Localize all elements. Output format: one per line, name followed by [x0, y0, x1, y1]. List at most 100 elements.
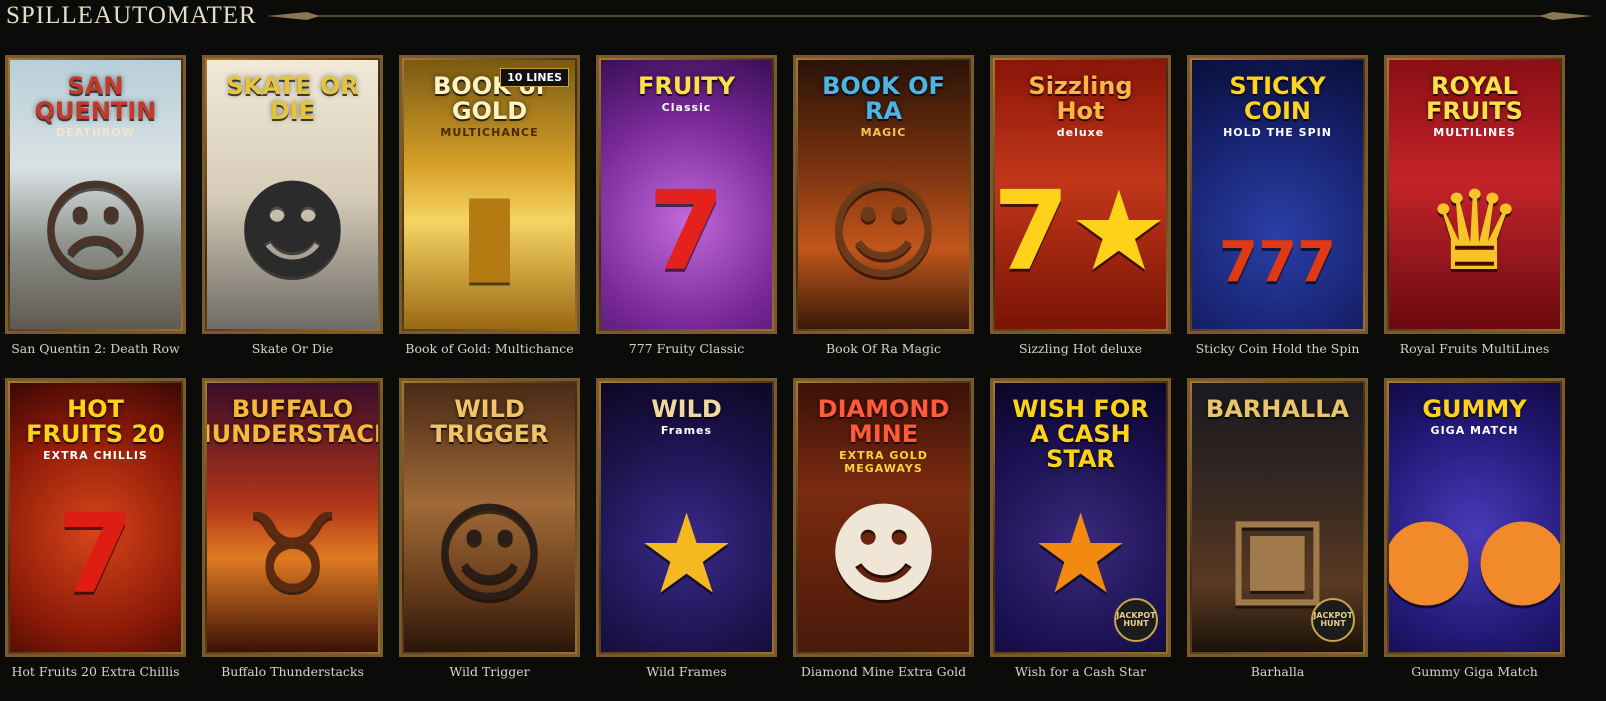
game-logo: ROYAL FRUITS: [1426, 72, 1523, 126]
game-title[interactable]: Buffalo Thunderstacks: [202, 664, 383, 679]
game-thumbnail[interactable]: STICKY COIN HOLD THE SPIN 777: [1192, 60, 1363, 329]
game-artwork-emblem: ☻: [235, 167, 350, 295]
game-title[interactable]: Barhalla: [1187, 664, 1368, 679]
game-artwork-emblem: ♛: [1425, 167, 1524, 295]
game-tile[interactable]: BARHALLA ▣ JACKPOT HUNT Barhalla: [1187, 378, 1368, 679]
game-thumbnail[interactable]: GUMMY GIGA MATCH ●●: [1389, 383, 1560, 652]
game-artwork-emblem: ▣: [1225, 490, 1330, 618]
section-title: SPILLEAUTOMATER: [6, 2, 257, 29]
game-tile[interactable]: Sizzling Hot deluxe 7★ Sizzling Hot deluxe: [990, 55, 1171, 356]
game-thumbnail[interactable]: HOT FRUITS 20 EXTRA CHILLIS 7: [10, 383, 181, 652]
game-thumbnail-frame[interactable]: Sizzling Hot deluxe 7★: [990, 55, 1171, 334]
game-tile[interactable]: WILD TRIGGER ☺ Wild Trigger: [399, 378, 580, 679]
game-title[interactable]: Wild Frames: [596, 664, 777, 679]
game-title[interactable]: Royal Fruits MultiLines: [1384, 341, 1565, 356]
game-artwork-emblem: ☹: [38, 167, 153, 295]
game-thumbnail[interactable]: BOOK OF RA MAGIC ☺: [798, 60, 969, 329]
game-thumbnail-frame[interactable]: BOOK OF RA MAGIC ☺: [793, 55, 974, 334]
game-logo-subtitle: MULTILINES: [1433, 126, 1516, 140]
game-logo-subtitle: EXTRA CHILLIS: [43, 449, 148, 463]
game-logo-subtitle: MAGIC: [860, 126, 907, 140]
game-title[interactable]: Sizzling Hot deluxe: [990, 341, 1171, 356]
game-thumbnail-frame[interactable]: WILD Frames ★: [596, 378, 777, 657]
game-tile[interactable]: FRUITY Classic 7 777 Fruity Classic: [596, 55, 777, 356]
game-tile[interactable]: DIAMOND MINE EXTRA GOLD MEGAWAYS ☻ Diamond …: [793, 378, 974, 679]
game-title[interactable]: Wish for a Cash Star: [990, 664, 1171, 679]
game-logo-subtitle: DEATHROW: [56, 126, 135, 140]
game-logo: SAN QUENTIN: [34, 72, 157, 126]
game-thumbnail-frame[interactable]: DIAMOND MINE EXTRA GOLD MEGAWAYS ☻: [793, 378, 974, 657]
game-artwork-emblem: ☺: [432, 490, 547, 618]
game-logo: WISH FOR A CASH STAR: [1012, 395, 1149, 474]
game-title[interactable]: Gummy Giga Match: [1384, 664, 1565, 679]
game-logo: BOOK OF RA: [822, 72, 945, 126]
game-logo-subtitle: Classic: [661, 101, 712, 115]
game-thumbnail-frame[interactable]: HOT FRUITS 20 EXTRA CHILLIS 7: [5, 378, 186, 657]
game-logo-subtitle: HOLD THE SPIN: [1223, 126, 1332, 140]
game-thumbnail[interactable]: WISH FOR A CASH STAR ★ JACKPOT HUNT: [995, 383, 1166, 652]
game-title[interactable]: Sticky Coin Hold the Spin: [1187, 341, 1368, 356]
game-thumbnail[interactable]: DIAMOND MINE EXTRA GOLD MEGAWAYS ☻: [798, 383, 969, 652]
game-thumbnail-frame[interactable]: FRUITY Classic 7: [596, 55, 777, 334]
game-title[interactable]: Diamond Mine Extra Gold: [793, 664, 974, 679]
game-logo: SKATE OR DIE: [226, 72, 359, 126]
game-thumbnail[interactable]: BARHALLA ▣ JACKPOT HUNT: [1192, 383, 1363, 652]
game-title[interactable]: Skate Or Die: [202, 341, 383, 356]
game-title[interactable]: Hot Fruits 20 Extra Chillis: [5, 664, 186, 679]
game-thumbnail-frame[interactable]: SAN QUENTIN DEATHROW ☹: [5, 55, 186, 334]
game-artwork-emblem: 7: [648, 167, 725, 295]
game-tile[interactable]: GUMMY GIGA MATCH ●● Gummy Giga Match: [1384, 378, 1565, 679]
game-logo: BARHALLA: [1205, 395, 1350, 423]
game-title[interactable]: Wild Trigger: [399, 664, 580, 679]
game-tile[interactable]: ROYAL FRUITS MULTILINES ♛ Royal Fruits Mult…: [1384, 55, 1565, 356]
section-header: SPILLEAUTOMATER: [0, 0, 1606, 32]
game-tile[interactable]: WILD Frames ★ Wild Frames: [596, 378, 777, 679]
game-artwork-emblem: 7: [57, 490, 134, 618]
game-thumbnail-frame[interactable]: BOOK of GOLD MULTICHANCE ▮ 10 LINES: [399, 55, 580, 334]
game-artwork-emblem: 7★: [995, 167, 1166, 295]
game-thumbnail[interactable]: BUFFALO THUNDERSTACKS ♉: [207, 383, 378, 652]
game-thumbnail-frame[interactable]: WILD TRIGGER ☺: [399, 378, 580, 657]
ornamental-divider: [266, 9, 1592, 23]
game-tile[interactable]: WISH FOR A CASH STAR ★ JACKPOT HUNT Wish fo…: [990, 378, 1171, 679]
game-tile[interactable]: STICKY COIN HOLD THE SPIN 777 Sticky Coin H…: [1187, 55, 1368, 356]
game-logo-subtitle: deluxe: [1056, 126, 1105, 140]
game-title[interactable]: Book Of Ra Magic: [793, 341, 974, 356]
game-thumbnail-frame[interactable]: SKATE OR DIE ☻: [202, 55, 383, 334]
game-tile[interactable]: BOOK of GOLD MULTICHANCE ▮ 10 LINES Book of …: [399, 55, 580, 356]
game-logo: HOT FRUITS 20: [26, 395, 165, 449]
game-thumbnail[interactable]: WILD Frames ★: [601, 383, 772, 652]
game-title[interactable]: San Quentin 2: Death Row: [5, 341, 186, 356]
game-artwork-emblem: ☻: [826, 490, 941, 618]
game-title[interactable]: 777 Fruity Classic: [596, 341, 777, 356]
game-thumbnail[interactable]: ROYAL FRUITS MULTILINES ♛: [1389, 60, 1560, 329]
game-thumbnail-frame[interactable]: STICKY COIN HOLD THE SPIN 777: [1187, 55, 1368, 334]
game-artwork-emblem: ♉: [243, 490, 342, 618]
game-artwork-emblem: ☺: [826, 167, 941, 295]
game-tile[interactable]: SKATE OR DIE ☻ Skate Or Die: [202, 55, 383, 356]
game-thumbnail-frame[interactable]: ROYAL FRUITS MULTILINES ♛: [1384, 55, 1565, 334]
game-thumbnail[interactable]: FRUITY Classic 7: [601, 60, 772, 329]
game-tile[interactable]: HOT FRUITS 20 EXTRA CHILLIS 7 Hot Fruits 20…: [5, 378, 186, 679]
game-thumbnail[interactable]: WILD TRIGGER ☺: [404, 383, 575, 652]
game-thumbnail[interactable]: Sizzling Hot deluxe 7★: [995, 60, 1166, 329]
game-logo: Sizzling Hot: [1028, 72, 1133, 126]
game-thumbnail-frame[interactable]: WISH FOR A CASH STAR ★ JACKPOT HUNT: [990, 378, 1171, 657]
jackpot-hunt-badge: JACKPOT HUNT: [1114, 598, 1158, 642]
game-logo: WILD TRIGGER: [430, 395, 549, 449]
game-logo: GUMMY: [1422, 395, 1527, 423]
game-thumbnail[interactable]: BOOK of GOLD MULTICHANCE ▮ 10 LINES: [404, 60, 575, 329]
game-artwork-emblem: ▮: [459, 167, 520, 295]
game-tile[interactable]: SAN QUENTIN DEATHROW ☹ San Quentin 2: Death…: [5, 55, 186, 356]
game-logo: FRUITY: [637, 72, 736, 100]
game-title[interactable]: Book of Gold: Multichance: [399, 341, 580, 356]
game-tile[interactable]: BUFFALO THUNDERSTACKS ♉ Buffalo Thundersta…: [202, 378, 383, 679]
game-tile[interactable]: BOOK OF RA MAGIC ☺ Book Of Ra Magic: [793, 55, 974, 356]
game-thumbnail[interactable]: SKATE OR DIE ☻: [207, 60, 378, 329]
game-thumbnail[interactable]: SAN QUENTIN DEATHROW ☹: [10, 60, 181, 329]
game-thumbnail-frame[interactable]: BUFFALO THUNDERSTACKS ♉: [202, 378, 383, 657]
jackpot-hunt-badge: JACKPOT HUNT: [1311, 598, 1355, 642]
lines-badge: 10 LINES: [500, 68, 569, 87]
game-thumbnail-frame[interactable]: BARHALLA ▣ JACKPOT HUNT: [1187, 378, 1368, 657]
game-thumbnail-frame[interactable]: GUMMY GIGA MATCH ●●: [1384, 378, 1565, 657]
